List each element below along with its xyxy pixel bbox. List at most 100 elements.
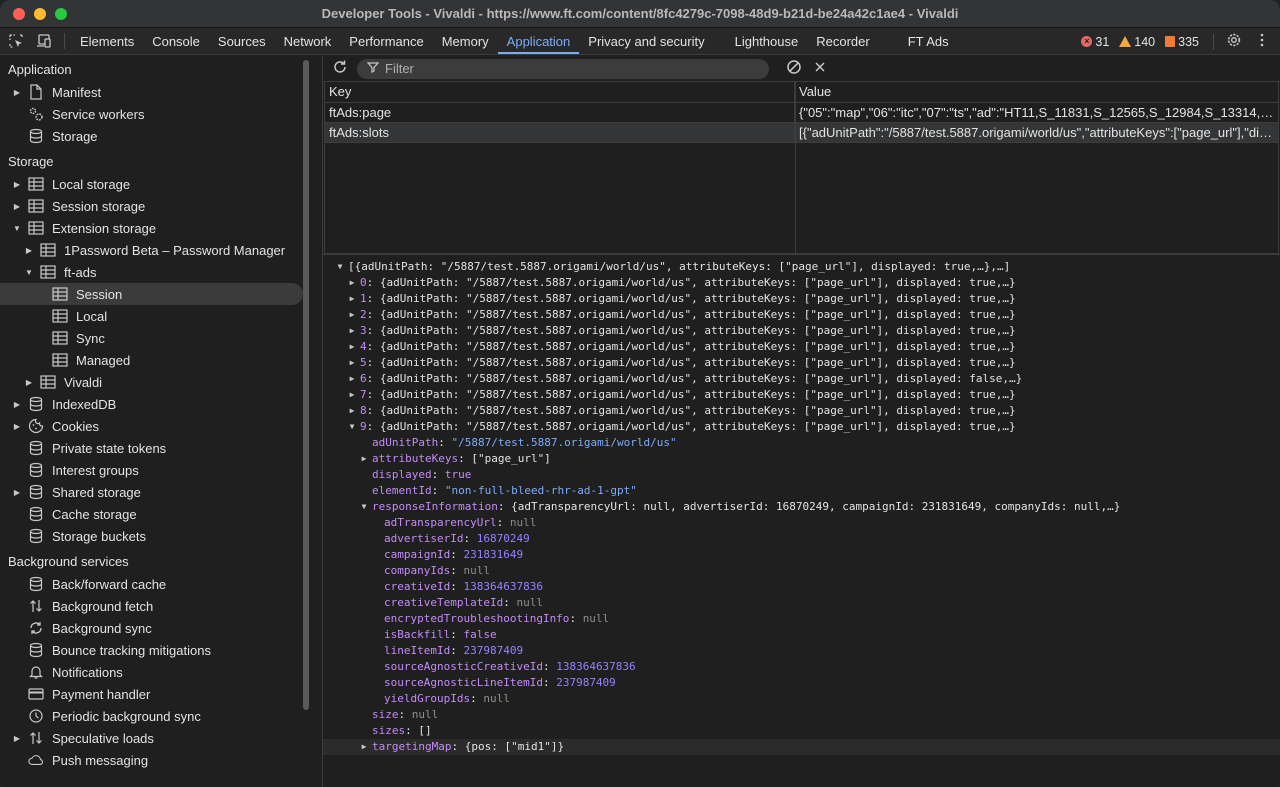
expand-arrow-icon[interactable]: ▶ [347,355,357,371]
close-window-button[interactable] [13,7,25,20]
tab-lighthouse[interactable]: Lighthouse [726,28,808,54]
value-cell[interactable]: {"05":"map","06":"itc","07":"ts","ad":"H… [795,103,1278,122]
sidebar-item-managed[interactable]: Managed [0,349,309,371]
key-cell[interactable]: ftAds:page [325,103,795,122]
expand-arrow-icon[interactable]: ▶ [347,291,357,307]
sidebar-item-notifications[interactable]: Notifications [0,661,309,683]
sidebar-item-payment-handler[interactable]: Payment handler [0,683,309,705]
key-column-header[interactable]: Key [325,82,795,102]
filter-field[interactable] [357,58,769,79]
zoom-window-button[interactable] [55,7,67,20]
expand-arrow-icon[interactable]: ▶ [24,377,34,387]
sidebar-item-manifest[interactable]: ▶ Manifest [0,81,309,103]
issues-counter[interactable]: 335 [1165,35,1199,49]
expand-arrow-icon[interactable]: ▶ [347,371,357,387]
tab-performance[interactable]: Performance [340,28,432,54]
preview-line[interactable]: ▶ 4: {adUnitPath: "/5887/test.5887.origam… [323,339,1280,355]
sidebar-item-background-fetch[interactable]: Background fetch [0,595,309,617]
tab-recorder[interactable]: Recorder [807,28,878,54]
panel-splitter[interactable] [309,56,323,787]
settings-button[interactable] [1222,30,1246,54]
table-row[interactable]: ftAds:page {"05":"map","06":"itc","07":"t… [325,103,1278,123]
sidebar-item-back-forward-cache[interactable]: Back/forward cache [0,573,309,595]
preview-line[interactable]: ▶ targetingMap: {pos: ["mid1"]} [323,739,1280,755]
preview-line[interactable]: ▶ 8: {adUnitPath: "/5887/test.5887.origam… [323,403,1280,419]
tab-ft-ads[interactable]: FT Ads [899,28,958,54]
expand-arrow-icon[interactable]: ▶ [347,307,357,323]
preview-line[interactable]: ▶ 7: {adUnitPath: "/5887/test.5887.origam… [323,387,1280,403]
collapse-arrow-icon[interactable]: ▼ [12,223,22,233]
preview-line[interactable]: ▶ 2: {adUnitPath: "/5887/test.5887.origam… [323,307,1280,323]
sidebar-item-vivaldi[interactable]: ▶ Vivaldi [0,371,309,393]
minimize-window-button[interactable] [34,7,46,20]
scrollbar-thumb[interactable] [303,60,310,710]
tab-application[interactable]: Application [497,28,580,54]
expand-arrow-icon[interactable]: ▶ [347,339,357,355]
sidebar-item-ft-ads[interactable]: ▼ ft-ads [0,261,309,283]
sidebar-item-extension-storage[interactable]: ▼ Extension storage [0,217,309,239]
sidebar-item-storage-buckets[interactable]: Storage buckets [0,525,309,547]
preview-line[interactable]: ▶ attributeKeys: ["page_url"] [323,451,1280,467]
key-cell[interactable]: ftAds:slots [325,123,795,142]
expand-arrow-icon[interactable]: ▶ [12,421,22,431]
preview-line[interactable]: ▶ 3: {adUnitPath: "/5887/test.5887.origam… [323,323,1280,339]
sidebar-scrollbar[interactable] [303,60,310,710]
sidebar-item-shared-storage[interactable]: ▶ Shared storage [0,481,309,503]
collapse-arrow-icon[interactable]: ▼ [347,419,357,435]
expand-arrow-icon[interactable]: ▶ [24,245,34,255]
sidebar-item-indexeddb[interactable]: ▶ IndexedDB [0,393,309,415]
sidebar-item-private-state-tokens[interactable]: Private state tokens [0,437,309,459]
device-toolbar-icon[interactable] [30,28,58,54]
expand-arrow-icon[interactable]: ▶ [12,179,22,189]
preview-line[interactable]: ▶ 1: {adUnitPath: "/5887/test.5887.origam… [323,291,1280,307]
value-cell[interactable]: [{"adUnitPath":"/5887/test.5887.origami/… [795,123,1278,142]
sidebar-item-local[interactable]: Local [0,305,309,327]
expand-arrow-icon[interactable]: ▶ [12,487,22,497]
more-options-button[interactable] [1250,30,1274,54]
expand-arrow-icon[interactable]: ▶ [12,201,22,211]
preview-line[interactable]: ▼ [{adUnitPath: "/5887/test.5887.origami/… [323,259,1280,275]
sidebar-item-periodic-background-sync[interactable]: Periodic background sync [0,705,309,727]
sidebar-item-bounce-tracking-mitigations[interactable]: Bounce tracking mitigations [0,639,309,661]
sidebar-item-sync[interactable]: Sync [0,327,309,349]
tab-console[interactable]: Console [143,28,209,54]
tab-privacy-and-security[interactable]: Privacy and security [579,28,713,54]
sidebar-item-interest-groups[interactable]: Interest groups [0,459,309,481]
tab-elements[interactable]: Elements [71,28,143,54]
collapse-arrow-icon[interactable]: ▼ [335,259,345,275]
sidebar-item-push-messaging[interactable]: Push messaging [0,749,309,771]
inspect-element-icon[interactable] [2,28,30,54]
tab-network[interactable]: Network [275,28,341,54]
preview-line[interactable]: ▶ 5: {adUnitPath: "/5887/test.5887.origam… [323,355,1280,371]
sidebar-item-storage[interactable]: Storage [0,125,309,147]
refresh-button[interactable] [331,60,349,78]
error-counter[interactable]: × 31 [1081,35,1109,49]
expand-arrow-icon[interactable]: ▶ [347,323,357,339]
collapse-arrow-icon[interactable]: ▼ [24,267,34,277]
expand-arrow-icon[interactable]: ▶ [347,403,357,419]
preview-line[interactable]: ▼ responseInformation: {adTransparencyUrl… [323,499,1280,515]
preview-line[interactable]: ▶ 0: {adUnitPath: "/5887/test.5887.origam… [323,275,1280,291]
sidebar-item-service-workers[interactable]: Service workers [0,103,309,125]
preview-line[interactable]: ▶ 6: {adUnitPath: "/5887/test.5887.origam… [323,371,1280,387]
expand-arrow-icon[interactable]: ▶ [12,733,22,743]
sidebar-item-1password-beta-password-manager[interactable]: ▶ 1Password Beta – Password Manager [0,239,309,261]
warning-counter[interactable]: 140 [1119,35,1155,49]
expand-arrow-icon[interactable]: ▶ [359,739,369,755]
sidebar-item-cookies[interactable]: ▶ Cookies [0,415,309,437]
clear-all-button[interactable] [785,60,803,78]
sidebar-item-background-sync[interactable]: Background sync [0,617,309,639]
sidebar-item-session[interactable]: Session [0,283,304,305]
sidebar-item-cache-storage[interactable]: Cache storage [0,503,309,525]
filter-input[interactable] [385,61,745,76]
expand-arrow-icon[interactable]: ▶ [359,451,369,467]
expand-arrow-icon[interactable]: ▶ [12,87,22,97]
sidebar-item-session-storage[interactable]: ▶ Session storage [0,195,309,217]
collapse-arrow-icon[interactable]: ▼ [359,499,369,515]
expand-arrow-icon[interactable]: ▶ [12,399,22,409]
preview-line[interactable]: ▼ 9: {adUnitPath: "/5887/test.5887.origam… [323,419,1280,435]
tab-sources[interactable]: Sources [209,28,275,54]
expand-arrow-icon[interactable]: ▶ [347,275,357,291]
sidebar-item-local-storage[interactable]: ▶ Local storage [0,173,309,195]
expand-arrow-icon[interactable]: ▶ [347,387,357,403]
